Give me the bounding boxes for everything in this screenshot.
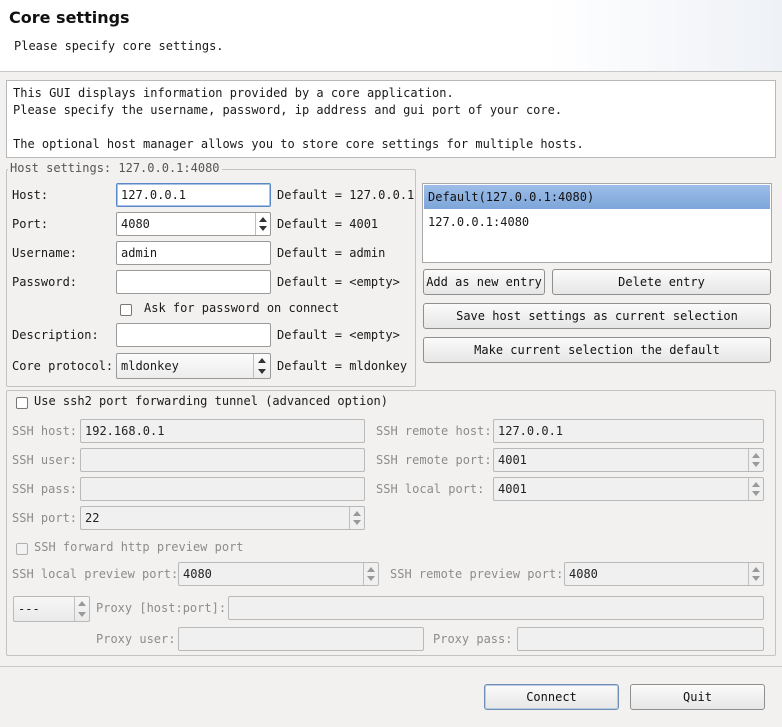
host-label: Host: [12,188,49,202]
host-list-item[interactable]: 127.0.0.1:4080 [424,210,770,234]
info-box: This GUI displays information provided b… [6,80,776,158]
add-entry-button[interactable]: Add as new entry [423,269,545,295]
password-input[interactable] [116,270,271,294]
dialog-subtitle: Please specify core settings. [14,39,224,53]
ssh-remote-port-value: 4001 [498,453,527,467]
save-host-settings-button[interactable]: Save host settings as current selection [423,303,771,329]
spin-arrows-icon[interactable] [748,563,763,585]
ssh-forward-preview-label: SSH forward http preview port [34,540,244,554]
ssh-host-input[interactable]: 192.168.0.1 [80,419,365,443]
ssh-local-port-value: 4001 [498,482,527,496]
dialog-title: Core settings [9,8,130,27]
host-list[interactable]: Default(127.0.0.1:4080) 127.0.0.1:4080 [422,183,772,263]
port-spin-arrows[interactable] [255,213,270,235]
ssh-remote-preview-spinbox[interactable]: 4080 [564,562,764,586]
host-default: Default = 127.0.0.1 [277,188,415,202]
spin-down-icon[interactable] [259,226,267,231]
port-spinbox[interactable]: 4080 [116,212,271,236]
ssh-user-label: SSH user: [12,453,78,467]
ssh-forward-preview-checkbox[interactable] [16,543,28,555]
ssh-remote-host-input[interactable]: 127.0.0.1 [493,419,764,443]
description-default: Default = <empty> [277,328,400,342]
select-arrows-icon [253,354,270,378]
ssh-pass-label: SSH pass: [12,482,78,496]
ssh-local-port-label: SSH local port: [376,482,485,496]
spin-arrows-icon[interactable] [363,563,378,585]
password-label: Password: [12,275,78,289]
port-label: Port: [12,217,49,231]
ssh-local-preview-value: 4080 [183,567,212,581]
protocol-value: mldonkey [121,359,179,373]
footer-separator [0,666,782,667]
spin-arrows-icon[interactable] [748,478,763,500]
ssh-host-label: SSH host: [12,424,78,438]
host-settings-legend: Host settings: 127.0.0.1:4080 [8,161,222,175]
port-value: 4080 [121,217,150,231]
ssh-pass-input[interactable] [80,477,365,501]
ssh-local-port-spinbox[interactable]: 4001 [493,477,764,501]
protocol-default: Default = mldonkey [277,359,408,373]
spin-arrows-icon[interactable] [748,449,763,471]
ssh-remote-port-label: SSH remote port: [376,453,492,467]
info-line-1: This GUI displays information provided b… [13,86,454,100]
delete-entry-button[interactable]: Delete entry [552,269,771,295]
ssh-tunnel-label[interactable]: Use ssh2 port forwarding tunnel (advance… [34,394,388,408]
host-input[interactable]: 127.0.0.1 [116,183,271,207]
protocol-label: Core protocol: [12,359,114,373]
info-line-3: The optional host manager allows you to … [13,137,584,151]
ssh-port-label: SSH port: [12,511,78,525]
proxy-pass-label: Proxy pass: [433,632,513,646]
proxy-hostport-input[interactable] [228,596,764,620]
ssh-user-input[interactable] [80,448,365,472]
ssh-port-spinbox[interactable]: 22 [80,506,365,530]
quit-button[interactable]: Quit [630,684,765,710]
description-label: Description: [12,328,99,342]
ssh-remote-preview-label: SSH remote preview port: [390,567,564,581]
protocol-select[interactable]: mldonkey [116,353,271,379]
spin-arrows-icon[interactable] [74,597,89,621]
proxy-user-input[interactable] [178,627,424,651]
proxy-pass-input[interactable] [517,627,764,651]
username-input[interactable]: admin [116,241,271,265]
spin-arrows-icon[interactable] [349,507,364,529]
username-default: Default = admin [277,246,386,260]
spin-up-icon[interactable] [259,217,267,222]
make-default-button[interactable]: Make current selection the default [423,337,771,363]
info-line-2: Please specify the username, password, i… [13,103,563,117]
proxy-user-label: Proxy user: [96,632,176,646]
ssh-tunnel-checkbox[interactable] [16,397,28,409]
ssh-port-value: 22 [85,511,100,525]
description-input[interactable] [116,323,271,347]
proxy-type-spinbox[interactable]: --- [13,596,90,622]
ssh-remote-preview-value: 4080 [569,567,598,581]
ssh-local-preview-spinbox[interactable]: 4080 [178,562,379,586]
port-default: Default = 4001 [277,217,379,231]
ssh-remote-port-spinbox[interactable]: 4001 [493,448,764,472]
password-default: Default = <empty> [277,275,400,289]
proxy-type-value: --- [18,602,40,616]
ssh-remote-host-label: SSH remote host: [376,424,492,438]
proxy-hostport-label: Proxy [host:port]: [96,601,227,615]
username-label: Username: [12,246,78,260]
connect-button[interactable]: Connect [484,684,619,710]
ask-password-checkbox[interactable] [120,304,132,316]
host-list-item[interactable]: Default(127.0.0.1:4080) [424,185,770,209]
ask-password-label[interactable]: Ask for password on connect [144,301,339,315]
ssh-local-preview-label: SSH local preview port: [12,567,179,581]
